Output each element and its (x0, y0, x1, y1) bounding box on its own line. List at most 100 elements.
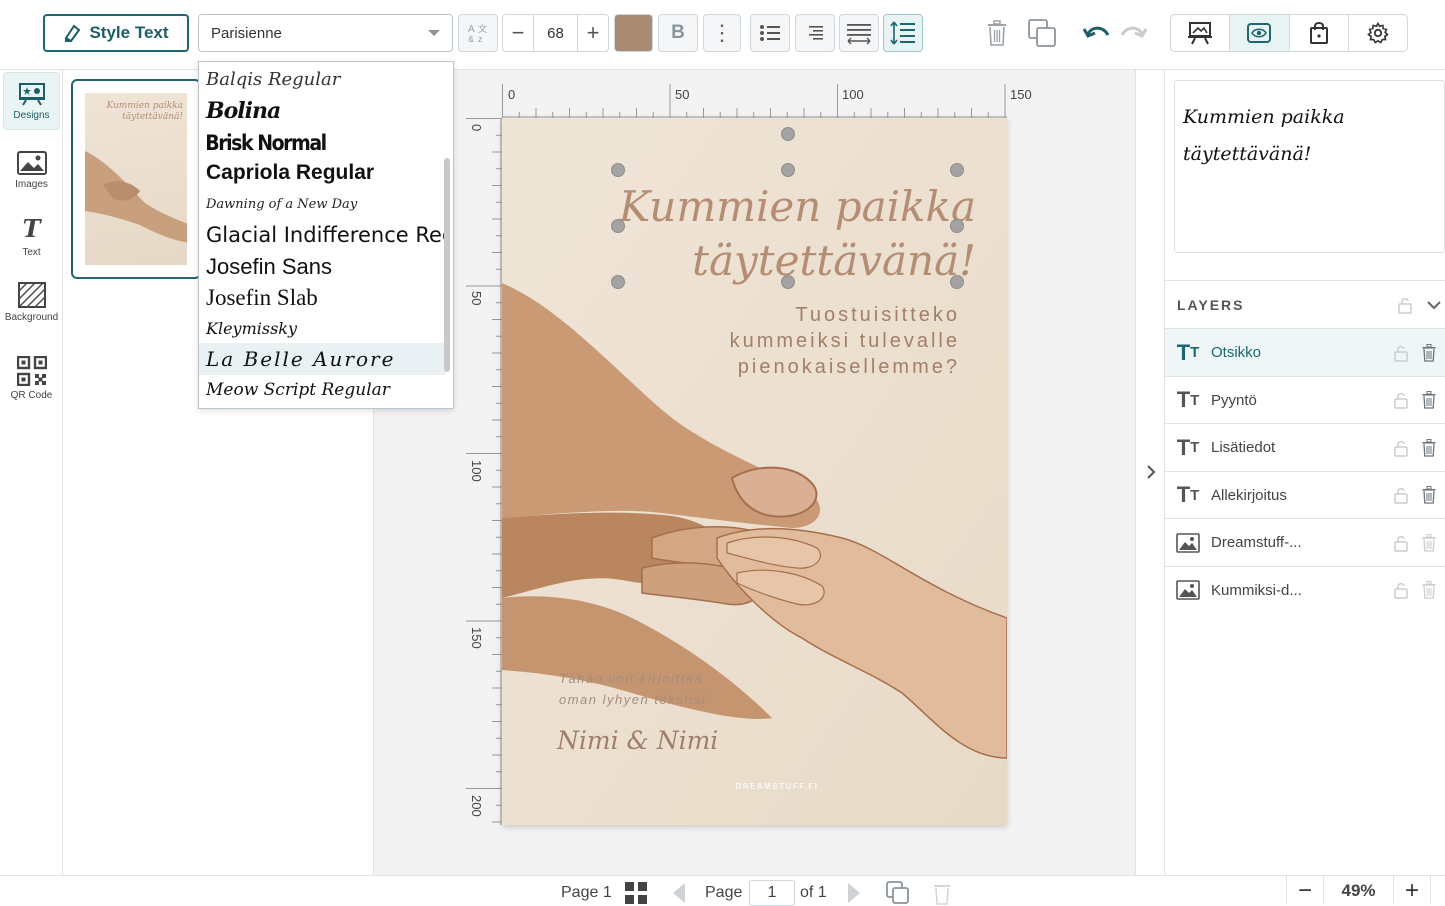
text-color-swatch[interactable] (614, 14, 653, 52)
delete-page-button[interactable] (933, 880, 951, 905)
rail-item-designs[interactable]: Designs (3, 72, 60, 130)
ruler-top-label: 0 (508, 87, 516, 102)
chevron-right-icon[interactable] (1145, 464, 1157, 480)
resize-handle[interactable] (611, 219, 625, 233)
rotate-handle[interactable] (781, 127, 795, 141)
font-family-select[interactable]: Parisienne (198, 14, 453, 52)
letter-spacing-icon (847, 24, 871, 45)
resize-handle[interactable] (950, 219, 964, 233)
letter-spacing-button[interactable] (839, 14, 879, 52)
font-option[interactable]: Brisk Normal (199, 127, 420, 159)
style-text-button[interactable]: Style Text (43, 14, 189, 52)
lock-icon[interactable] (1387, 439, 1415, 457)
grid-view-button[interactable] (624, 880, 648, 905)
resize-handle[interactable] (611, 275, 625, 289)
delete-button[interactable] (983, 14, 1011, 52)
duplicate-page-button[interactable] (886, 880, 910, 905)
design-view-button[interactable] (1171, 15, 1231, 51)
text-edit-box[interactable]: Kummien paikka täytettävänä! (1174, 80, 1445, 253)
rail-item-images[interactable]: Images (3, 141, 60, 199)
card-details-text[interactable]: Tähän voit kirjoittaa oman lyhyen teksti… (559, 668, 711, 710)
cart-button[interactable] (1290, 15, 1349, 51)
resize-handle[interactable] (950, 163, 964, 177)
font-list-scrollbar[interactable] (444, 158, 450, 372)
left-rail: Designs Images T Text Background QR Code (0, 70, 63, 875)
image-icon (16, 150, 47, 175)
card-signature-text[interactable]: Nimi & Nimi (557, 726, 718, 755)
trash-icon[interactable] (1415, 343, 1443, 362)
font-size-decrease-button[interactable]: − (503, 15, 533, 51)
bold-button[interactable]: B (658, 14, 698, 52)
font-size-increase-button[interactable]: + (578, 15, 608, 51)
font-size-value[interactable]: 68 (533, 15, 578, 51)
resize-handle[interactable] (950, 275, 964, 289)
font-option[interactable]: Meow Script Regular (199, 374, 445, 406)
trash-icon[interactable] (1415, 533, 1443, 552)
trash-icon[interactable] (1415, 581, 1443, 599)
layer-row[interactable]: T T Lisätiedot (1165, 423, 1445, 471)
card-title-text[interactable]: Kummien paikka täytettävänä! (502, 180, 976, 288)
lock-icon[interactable] (1387, 534, 1415, 552)
card-request-text[interactable]: Tuostuisitteko kummeiksi tulevalle pieno… (502, 302, 960, 380)
lock-icon[interactable] (1387, 581, 1415, 599)
layer-row[interactable]: T T Otsikko (1165, 328, 1445, 376)
font-option[interactable]: Dawning of a New Day (199, 188, 445, 220)
design-card[interactable]: Kummien paikka täytettävänä! Tuostuisitt… (502, 118, 1007, 825)
font-option[interactable]: Glacial Indifference Regular (199, 219, 445, 251)
font-option[interactable]: Balqis Regular (199, 63, 445, 95)
trash-icon[interactable] (1415, 391, 1443, 409)
rail-label-designs: Designs (13, 109, 50, 121)
rail-item-qr-code[interactable]: QR Code (3, 349, 60, 407)
layer-name: Dreamstuff-... (1211, 534, 1302, 551)
font-option[interactable]: Josefin Slab (199, 282, 445, 314)
list-icon (760, 25, 780, 41)
font-option[interactable]: Josefin Sans (199, 251, 445, 283)
font-option[interactable]: Capriola Regular (199, 157, 445, 189)
text-layer-icon: TT (1176, 482, 1200, 507)
resize-handle[interactable] (781, 275, 795, 289)
settings-button[interactable] (1349, 15, 1407, 51)
chevron-down-icon[interactable] (1427, 300, 1441, 310)
svg-text:z: z (478, 34, 483, 44)
layers-title: LAYERS (1177, 296, 1245, 313)
resize-handle[interactable] (611, 163, 625, 177)
lock-icon[interactable] (1397, 296, 1413, 314)
image-layer-icon (1165, 580, 1211, 600)
rail-item-text[interactable]: T Text (3, 207, 60, 265)
rail-item-background[interactable]: Background (3, 273, 60, 331)
layer-row[interactable]: T T Allekirjoitus (1165, 470, 1445, 519)
trash-icon[interactable] (1415, 486, 1443, 504)
text-icon: T (22, 214, 41, 243)
font-case-button[interactable]: A 文 & z (458, 14, 498, 52)
text-layer-icon: TT (1176, 339, 1200, 365)
font-option-highlighted[interactable]: La Belle Aurore (199, 343, 445, 375)
line-height-button[interactable] (883, 14, 923, 52)
layer-row[interactable]: Dreamstuff-... (1165, 518, 1445, 566)
undo-button[interactable] (1082, 14, 1112, 52)
preview-button[interactable] (1230, 15, 1290, 51)
lock-icon[interactable] (1387, 486, 1415, 504)
chevron-left-icon (673, 882, 685, 903)
page-thumbnail[interactable]: Kummien paikka täytettävänä! (71, 79, 201, 279)
trash-icon[interactable] (1415, 438, 1443, 457)
chevron-right-icon (848, 882, 860, 903)
align-right-button[interactable] (795, 14, 835, 52)
layer-row[interactable]: T T Pyyntö (1165, 375, 1445, 424)
next-page-button[interactable] (846, 880, 862, 905)
resize-handle[interactable] (781, 163, 795, 177)
more-options-button[interactable]: ⋮ (703, 14, 741, 52)
list-button[interactable] (750, 14, 790, 52)
page-number-input[interactable]: 1 (749, 880, 795, 906)
card-request-line: Tuostuisitteko (795, 304, 960, 326)
redo-button[interactable] (1118, 14, 1148, 52)
font-option[interactable]: Bolina (199, 95, 445, 127)
rail-label-qr-code: QR Code (10, 389, 53, 401)
zoom-in-button[interactable]: + (1393, 876, 1431, 905)
layer-row[interactable]: Kummiksi-d... (1165, 565, 1445, 614)
zoom-out-button[interactable]: − (1286, 876, 1324, 905)
lock-icon[interactable] (1387, 344, 1415, 362)
duplicate-button[interactable] (1026, 14, 1058, 52)
lock-icon[interactable] (1387, 391, 1415, 409)
prev-page-button[interactable] (671, 880, 687, 905)
font-option[interactable]: Kleymissky (199, 312, 445, 344)
